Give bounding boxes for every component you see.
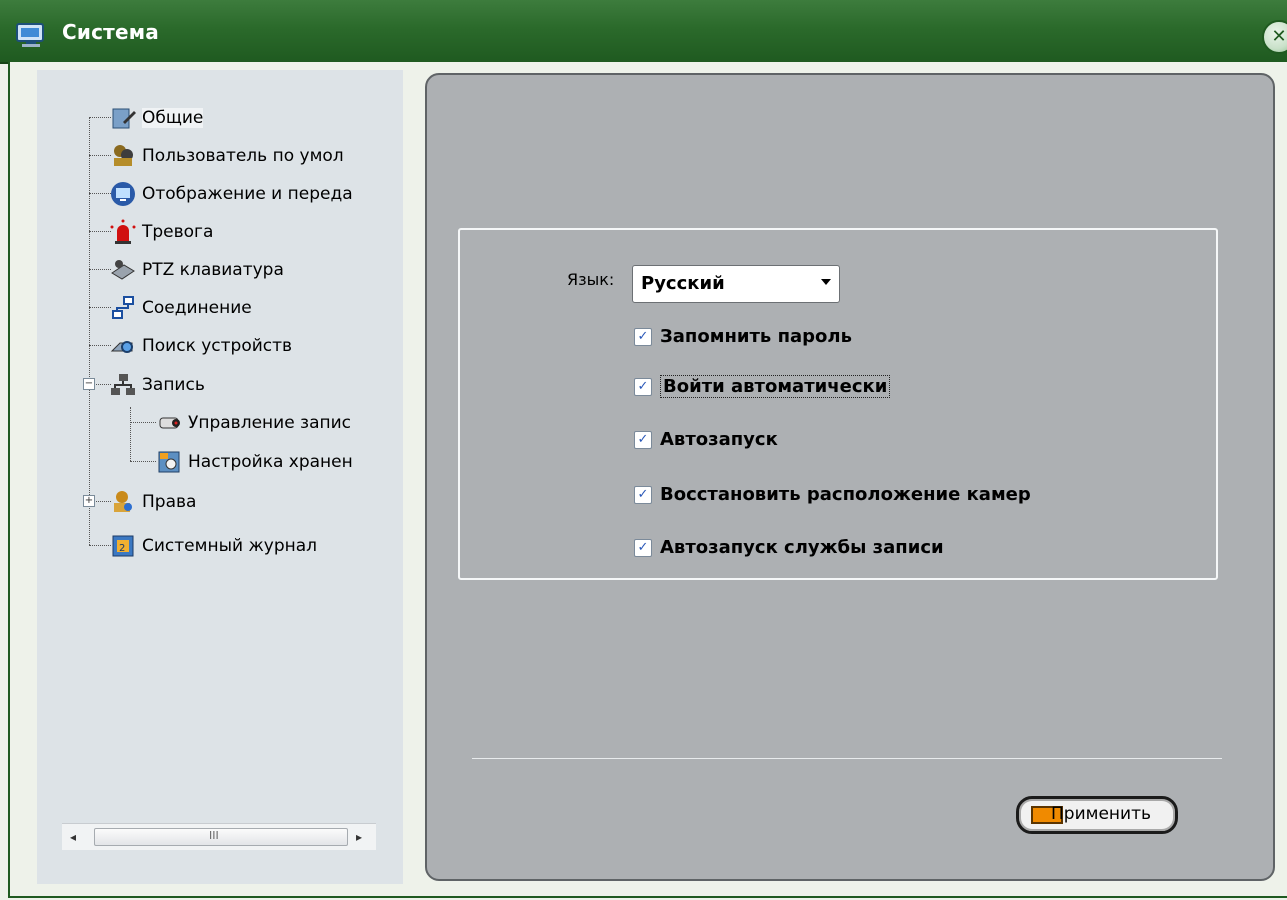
tree-item-recording[interactable]: Запись — [110, 370, 205, 400]
checkbox-label: Восстановить расположение камер — [660, 484, 1031, 505]
close-button[interactable]: ✕ — [1262, 20, 1287, 54]
tree-item-general[interactable]: Общие — [110, 103, 204, 133]
autostart-checkbox[interactable]: ✓ Автозапуск — [634, 429, 778, 450]
camera-icon — [159, 417, 180, 429]
tree-item-ptz-keyboard[interactable]: PTZ клавиатура — [110, 255, 284, 285]
tree-item-label: Пользователь по умол — [142, 146, 344, 166]
tree-item-device-search[interactable]: Поиск устройств — [110, 331, 292, 361]
auto-login-checkbox[interactable]: ✓ Войти автоматически — [634, 375, 891, 398]
autostart-recording-service-checkbox[interactable]: ✓ Автозапуск службы записи — [634, 537, 944, 558]
language-label: Язык: — [567, 270, 615, 289]
tree-line — [130, 461, 156, 462]
tree-line — [89, 307, 111, 308]
system-window: Система ✕ − + Общие Пользователь по умол — [0, 0, 1287, 900]
tree-item-label: Общие — [142, 108, 204, 128]
storage-settings-icon — [158, 451, 180, 473]
remember-password-checkbox[interactable]: ✓ Запомнить пароль — [634, 326, 852, 347]
tree-item-storage-settings[interactable]: Настройка хранен — [156, 447, 353, 477]
tree-line — [130, 407, 131, 461]
tree-line — [89, 545, 111, 546]
tree-line — [130, 422, 156, 423]
checkbox-label: Войти автоматически — [660, 375, 891, 398]
title-bar[interactable]: Система ✕ — [0, 0, 1287, 64]
checkbox-checked-icon: ✓ — [634, 377, 652, 396]
collapse-toggle[interactable]: − — [83, 378, 95, 390]
checkbox-label: Автозапуск службы записи — [660, 537, 944, 558]
tree-line — [89, 117, 111, 118]
window-title: Система — [62, 20, 159, 44]
user-rights-icon — [114, 491, 132, 512]
tree-item-label: Тревога — [142, 222, 214, 242]
tree-item-alarm[interactable]: Тревога — [110, 217, 213, 247]
checkbox-checked-icon: ✓ — [634, 430, 652, 449]
tree-item-label: Отображение и переда — [142, 184, 353, 204]
settings-tree[interactable]: − + Общие Пользователь по умол Отображен… — [62, 95, 376, 823]
tree-item-label: Управление запис — [188, 413, 352, 433]
tree-item-rights[interactable]: Права — [110, 487, 196, 517]
chevron-down-icon — [821, 279, 831, 285]
tree-item-display[interactable]: Отображение и переда — [110, 179, 353, 209]
ptz-keyboard-icon — [111, 260, 135, 280]
device-search-icon — [110, 341, 133, 353]
tree-horizontal-scrollbar[interactable]: ◂ III ▸ — [62, 823, 376, 850]
scrollbar-thumb[interactable]: III — [94, 828, 348, 846]
language-value: Русский — [641, 273, 725, 294]
expand-toggle[interactable]: + — [83, 495, 95, 507]
language-select[interactable]: Русский — [632, 265, 840, 303]
network-connection-icon — [112, 296, 134, 319]
tree-item-default-user[interactable]: Пользователь по умол — [110, 141, 344, 171]
checkbox-checked-icon: ✓ — [634, 485, 652, 504]
edit-document-icon — [112, 108, 136, 129]
apply-button[interactable]: Применить — [1016, 796, 1178, 834]
tree-line — [89, 117, 90, 545]
alarm-siren-icon — [110, 219, 136, 244]
monitor-icon — [111, 182, 135, 206]
tree-item-label: Запись — [142, 375, 205, 395]
tree-line — [89, 231, 111, 232]
tree-line — [89, 269, 111, 270]
tree-item-label: Системный журнал — [142, 536, 318, 556]
tree-item-label: Соединение — [142, 298, 252, 318]
tree-item-label: Права — [142, 492, 197, 512]
svg-text:2: 2 — [119, 543, 125, 554]
tree-item-label: Поиск устройств — [142, 336, 293, 356]
separator — [472, 758, 1222, 759]
scrollbar-grip: III — [209, 829, 219, 842]
apply-button-label: Применить — [1051, 804, 1151, 824]
tree-item-label: Настройка хранен — [188, 452, 353, 472]
tree-line — [89, 155, 111, 156]
checkbox-checked-icon: ✓ — [634, 327, 652, 346]
checkbox-checked-icon: ✓ — [634, 538, 652, 557]
tree-line — [89, 345, 111, 346]
checkbox-label: Автозапуск — [660, 429, 778, 450]
computer-icon — [16, 23, 44, 47]
tree-item-label: PTZ клавиатура — [142, 260, 284, 280]
tree-item-system-log[interactable]: 2 Системный журнал — [110, 531, 317, 561]
scroll-right-icon[interactable]: ▸ — [356, 830, 362, 844]
record-network-icon — [111, 374, 135, 395]
tree-item-record-management[interactable]: Управление запис — [156, 408, 351, 438]
checkbox-label: Запомнить пароль — [660, 326, 852, 347]
scroll-left-icon[interactable]: ◂ — [70, 830, 76, 844]
system-log-icon: 2 — [112, 535, 134, 557]
restore-camera-layout-checkbox[interactable]: ✓ Восстановить расположение камер — [634, 484, 1031, 505]
users-icon — [114, 145, 133, 166]
close-icon: ✕ — [1271, 26, 1287, 47]
tree-line — [89, 193, 111, 194]
tree-item-connection[interactable]: Соединение — [110, 293, 252, 323]
